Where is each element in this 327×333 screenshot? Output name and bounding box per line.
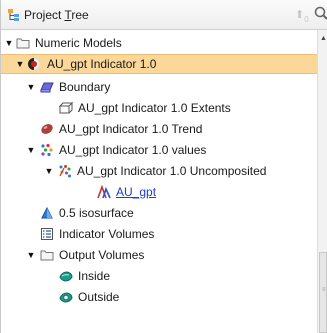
project-tree: ▼ Numeric Models ▼ AU_gpt Indicator 1.0 … <box>1 30 317 333</box>
tree-row-au-gpt[interactable]: AU_gpt <box>1 182 317 202</box>
uncomposited-icon <box>59 165 71 178</box>
trend-ellipsoid-icon <box>41 124 53 134</box>
expanded-arrow-icon[interactable]: ▼ <box>4 33 14 53</box>
folder-icon <box>40 250 54 261</box>
up-arrow-icon: ⬆ <box>295 9 305 21</box>
expanded-arrow-icon[interactable]: ▼ <box>26 77 36 97</box>
tree-row-values[interactable]: ▼ AU_gpt Indicator 1.0 values <box>1 140 317 160</box>
tree-row-output-volumes[interactable]: ▼ Output Volumes <box>1 245 317 265</box>
tree-item-label: AU_gpt Indicator 1.0 Uncomposited <box>77 164 267 178</box>
search-icon[interactable] <box>313 5 327 23</box>
indicator-model-icon <box>28 58 40 70</box>
drillhole-icon <box>97 185 111 199</box>
project-tree-panel: Project Tree ⬆0 ▼ Numeric Models ▼ AU_gp… <box>0 0 327 333</box>
expanded-arrow-icon[interactable]: ▼ <box>44 161 54 181</box>
scroll-thumb[interactable]: ≡ <box>319 252 327 333</box>
extents-icon <box>59 101 73 114</box>
tree-item-label: Numeric Models <box>35 36 122 50</box>
tree-item-link[interactable]: AU_gpt <box>116 182 156 202</box>
tree-item-label: Outside <box>78 290 120 304</box>
up-count-badge: 0 <box>304 15 309 24</box>
tree-item-label: AU_gpt Indicator 1.0 Trend <box>59 122 203 136</box>
panel-header: Project Tree ⬆0 <box>1 0 327 30</box>
points-values-icon <box>41 143 53 157</box>
tree-item-label: AU_gpt Indicator 1.0 <box>47 57 157 71</box>
tree-row-indicator-model[interactable]: ▼ AU_gpt Indicator 1.0 <box>1 54 317 74</box>
expanded-arrow-icon[interactable]: ▼ <box>15 55 25 73</box>
tree-item-label: 0.5 isosurface <box>59 206 134 220</box>
expanded-arrow-icon[interactable]: ▼ <box>26 140 36 160</box>
tree-row-uncomposited[interactable]: ▼ AU_gpt Indicator 1.0 Uncomposited <box>1 161 317 181</box>
tree-item-label: Indicator Volumes <box>59 227 155 241</box>
tree-item-label: AU_gpt Indicator 1.0 Extents <box>78 101 231 115</box>
expanded-arrow-icon[interactable]: ▼ <box>26 245 36 265</box>
tree-row-indicator-volumes[interactable]: Indicator Volumes <box>1 224 317 244</box>
tree-item-label: AU_gpt Indicator 1.0 values <box>59 143 207 157</box>
grip-icon: ≡ <box>322 287 326 293</box>
project-tree-icon <box>8 9 19 21</box>
tree-row-inside[interactable]: Inside <box>1 266 317 286</box>
tree-row-trend[interactable]: AU_gpt Indicator 1.0 Trend <box>1 119 317 139</box>
tree-row-isosurface[interactable]: 0.5 isosurface <box>1 203 317 223</box>
tree-item-label: Boundary <box>59 80 111 94</box>
isosurface-icon <box>41 206 53 219</box>
scroll-up-arrow-icon[interactable]: ▲ <box>319 34 327 43</box>
tree-item-label: Output Volumes <box>59 248 145 262</box>
boundary-icon <box>40 82 54 93</box>
outside-volume-icon <box>59 292 73 303</box>
inside-volume-icon <box>59 271 73 282</box>
folder-icon <box>16 38 30 49</box>
up-arrow-button[interactable]: ⬆0 <box>295 8 313 24</box>
volumes-table-icon <box>41 228 53 240</box>
tree-item-label: Inside <box>78 269 111 283</box>
tree-row-outside[interactable]: Outside <box>1 287 317 307</box>
tree-row-extents[interactable]: AU_gpt Indicator 1.0 Extents <box>1 98 317 118</box>
panel-title: Project Tree <box>24 8 89 22</box>
tree-row-boundary[interactable]: ▼ Boundary <box>1 77 317 97</box>
tree-row-numeric-models[interactable]: ▼ Numeric Models <box>1 33 317 53</box>
vertical-scrollbar[interactable]: ▲ ≡ <box>317 30 327 333</box>
